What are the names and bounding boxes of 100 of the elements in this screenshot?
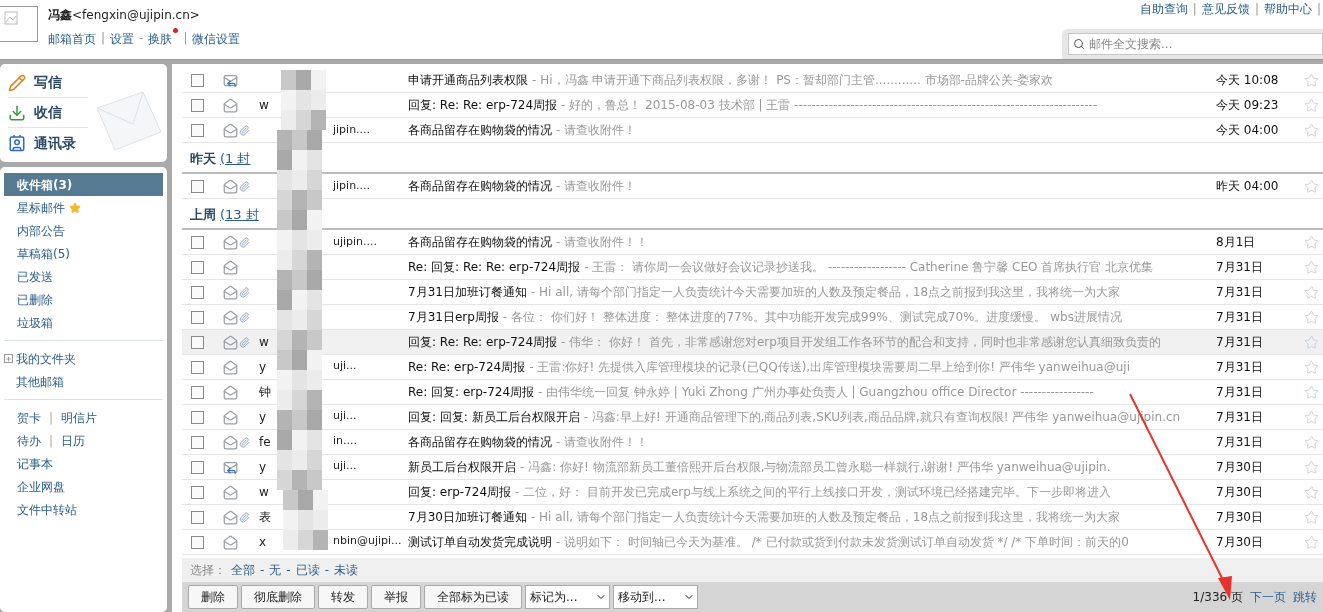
email-subject[interactable]: 测试订单自动发货完成说明 bbox=[408, 535, 552, 549]
email-subject[interactable]: 7月30日加班订餐通知 bbox=[408, 510, 527, 524]
email-subject[interactable]: 各商品留存在购物袋的情况 bbox=[408, 435, 552, 449]
email-subject[interactable]: 回复: Re: Re: erp-724周报 bbox=[408, 98, 558, 112]
folder-item[interactable]: 我的文件夹 bbox=[15, 349, 76, 368]
email-subject[interactable]: 各商品留存在购物袋的情况 bbox=[408, 179, 552, 193]
star-icon[interactable] bbox=[1304, 409, 1319, 425]
header-link[interactable]: 设置 bbox=[110, 28, 135, 48]
next-page-link[interactable]: 下一页 bbox=[1250, 588, 1286, 606]
star-icon[interactable] bbox=[1304, 434, 1319, 450]
tool-link[interactable]: 贺卡 bbox=[17, 408, 41, 427]
checkbox[interactable] bbox=[191, 260, 204, 274]
email-date: 7月31日 bbox=[1216, 384, 1264, 401]
toolbar-button[interactable]: 彻底删除 bbox=[241, 585, 315, 609]
folder-item[interactable]: 内部公告 bbox=[4, 219, 163, 242]
header-link[interactable]: 邮箱首页 bbox=[48, 28, 96, 48]
star-icon[interactable] bbox=[1304, 509, 1319, 525]
email-subject[interactable]: 各商品留存在购物袋的情况 bbox=[408, 235, 552, 249]
checkbox[interactable] bbox=[191, 460, 204, 474]
folder-item[interactable]: 垃圾箱 bbox=[4, 311, 163, 334]
group-count-link[interactable]: (13 封 bbox=[220, 204, 259, 224]
star-icon[interactable] bbox=[1304, 259, 1319, 275]
checkbox[interactable] bbox=[191, 485, 204, 499]
email-subject[interactable]: 申请开通商品列表权限 bbox=[408, 73, 528, 87]
toolbar-button[interactable]: 转发 bbox=[318, 585, 368, 609]
email-subject[interactable]: Re: 回复: Re: Re: erp-724周报 bbox=[408, 260, 581, 274]
email-subject[interactable]: 回复: Re: Re: erp-724周报 bbox=[408, 335, 558, 349]
search-field[interactable]: 邮件全文搜索... bbox=[1068, 33, 1323, 55]
top-link[interactable]: 意见反馈 bbox=[1201, 0, 1250, 18]
select-option-link[interactable]: 已读 bbox=[295, 561, 320, 579]
email-subject[interactable]: 新员工后台权限开启 bbox=[408, 460, 516, 474]
quick-action-link[interactable]: 写信 bbox=[34, 72, 62, 93]
dropdown[interactable]: 移动到... bbox=[613, 585, 698, 609]
star-icon[interactable] bbox=[1304, 384, 1319, 400]
checkbox[interactable] bbox=[191, 98, 204, 112]
tool-link[interactable]: 文件中转站 bbox=[17, 500, 77, 519]
star-icon[interactable] bbox=[1304, 459, 1319, 475]
star-icon[interactable] bbox=[1304, 334, 1319, 350]
checkbox[interactable] bbox=[191, 73, 204, 87]
star-icon[interactable] bbox=[1304, 178, 1319, 194]
select-option-link[interactable]: 无 bbox=[269, 561, 282, 579]
quick-action-link[interactable]: 收信 bbox=[34, 102, 62, 123]
checkbox[interactable] bbox=[191, 179, 204, 193]
tool-link[interactable]: 企业网盘 bbox=[17, 477, 65, 496]
email-subject[interactable]: 7月31日erp周报 bbox=[408, 310, 499, 324]
email-subject[interactable]: 回复: erp-724周报 bbox=[408, 485, 512, 499]
folder-item[interactable]: 星标邮件 bbox=[4, 196, 163, 219]
checkbox[interactable] bbox=[191, 435, 204, 449]
star-icon[interactable] bbox=[1304, 484, 1319, 500]
separator: | bbox=[101, 30, 106, 47]
checkbox[interactable] bbox=[191, 410, 204, 424]
checkbox[interactable] bbox=[191, 123, 204, 137]
checkbox[interactable] bbox=[191, 235, 204, 249]
checkbox[interactable] bbox=[191, 285, 204, 299]
email-subject[interactable]: 7月31日加班订餐通知 bbox=[408, 285, 527, 299]
folder-item[interactable]: 已删除 bbox=[4, 288, 163, 311]
select-option-link[interactable]: 全部 bbox=[231, 561, 255, 579]
checkbox[interactable] bbox=[191, 335, 204, 349]
tool-link[interactable]: 日历 bbox=[61, 431, 86, 450]
email-subject[interactable]: 各商品留存在购物袋的情况 bbox=[408, 123, 552, 137]
checkbox[interactable] bbox=[191, 310, 204, 324]
header-link[interactable]: 换肤 bbox=[148, 28, 179, 48]
star-icon[interactable] bbox=[1304, 284, 1319, 300]
quick-action-link[interactable]: 通讯录 bbox=[34, 132, 76, 154]
top-link[interactable]: 帮助中心 bbox=[1263, 0, 1312, 18]
email-subject[interactable]: 回复: 回复: 新员工后台权限开启 bbox=[408, 410, 580, 424]
checkbox[interactable] bbox=[191, 510, 204, 524]
star-icon[interactable] bbox=[1304, 72, 1319, 88]
star-icon[interactable] bbox=[1304, 122, 1319, 138]
email-date: 7月31日 bbox=[1216, 334, 1264, 351]
checkbox[interactable] bbox=[191, 360, 204, 374]
folder-item[interactable]: 已发送 bbox=[4, 265, 163, 288]
select-option-link[interactable]: 未读 bbox=[334, 561, 359, 579]
tool-link[interactable]: 待办 bbox=[17, 431, 41, 450]
folder-item[interactable]: 收件箱(3) bbox=[4, 173, 163, 196]
star-icon[interactable] bbox=[1304, 359, 1319, 375]
expand-toggle[interactable] bbox=[4, 354, 13, 363]
star-icon[interactable] bbox=[1304, 97, 1319, 113]
toolbar-button[interactable]: 删除 bbox=[188, 585, 238, 609]
folder-item[interactable]: 草稿箱(5) bbox=[4, 242, 163, 265]
folder-item[interactable]: 其他邮箱 bbox=[15, 372, 64, 391]
toolbar-button[interactable]: 举报 bbox=[371, 585, 421, 609]
toolbar-button[interactable]: 全部标为已读 bbox=[424, 585, 522, 609]
star-icon[interactable] bbox=[1304, 234, 1319, 250]
email-subject[interactable]: Re: Re: erp-724周报 bbox=[408, 360, 526, 374]
top-link[interactable]: 自助查询 bbox=[1139, 0, 1188, 18]
email-subject[interactable]: Re: 回复: erp-724周报 bbox=[408, 385, 535, 399]
star-icon[interactable] bbox=[1304, 309, 1319, 325]
email-row[interactable]: w 回复: Re: Re: erp-724周报 - 伟华： 你好！ 首先，非常感谢您对erp项目开发组工作各环节的配合和支持，同时也非常感谢您认真细致负责的 7月31日 bbox=[182, 330, 1323, 355]
group-count-link[interactable]: (1 封 bbox=[220, 148, 251, 168]
star-icon[interactable] bbox=[1304, 534, 1319, 550]
checkbox[interactable] bbox=[191, 535, 204, 549]
header-link[interactable]: 微信设置 bbox=[192, 28, 241, 48]
checkbox[interactable] bbox=[191, 385, 204, 399]
dropdown[interactable]: 标记为... bbox=[525, 585, 610, 609]
jump-link[interactable]: 跳转 bbox=[1293, 588, 1317, 606]
email-preview: - 说明如下： 时间轴已今天为基准。 /* 已付款或货到付款未发货测试订单自动发货 */ /* 下单时间：前天的0 bbox=[556, 535, 1129, 549]
paperclip-icon bbox=[239, 286, 250, 298]
tool-link[interactable]: 明信片 bbox=[61, 408, 98, 427]
tool-link[interactable]: 记事本 bbox=[17, 454, 53, 473]
